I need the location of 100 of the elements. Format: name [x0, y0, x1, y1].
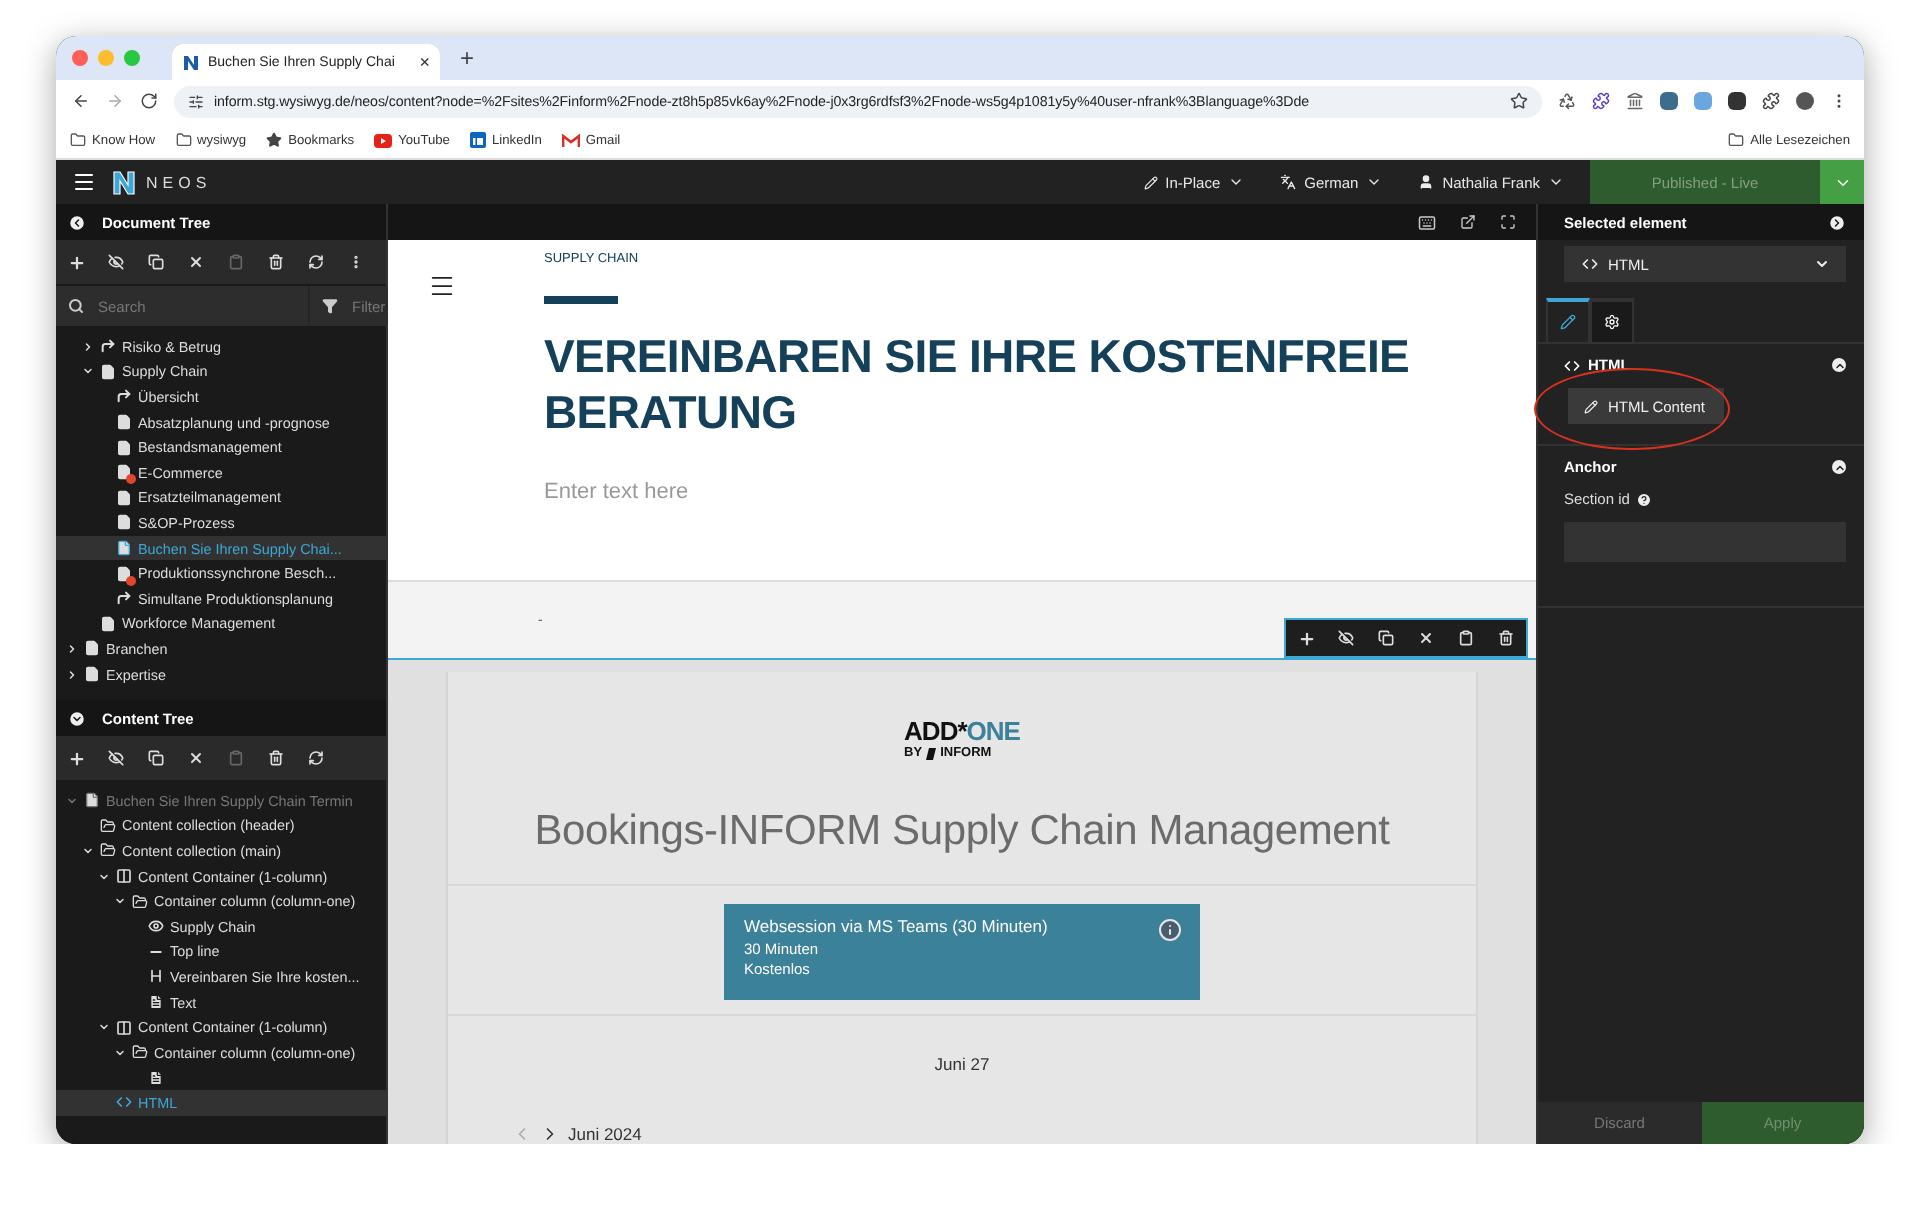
shortcut-icon	[116, 388, 132, 405]
folder-icon	[175, 132, 192, 148]
columns-icon	[116, 868, 132, 885]
collapse-icon[interactable]	[1832, 460, 1846, 474]
code-icon	[116, 1094, 132, 1111]
hidden-page-icon	[116, 565, 132, 582]
eye-icon	[148, 918, 164, 935]
pencil-icon	[1143, 175, 1158, 189]
shortcut-icon	[116, 590, 132, 607]
mail-icon	[561, 133, 580, 147]
page-icon	[116, 540, 132, 557]
fullscreen-icon[interactable]	[1500, 214, 1516, 230]
settings-tab[interactable]	[1590, 298, 1634, 342]
page-icon	[116, 514, 132, 531]
folder-icon	[1728, 132, 1745, 148]
pencil-icon	[1584, 399, 1598, 413]
edit-tab[interactable]	[1546, 298, 1590, 342]
page-icon	[116, 414, 132, 431]
copy-icon	[148, 750, 164, 766]
hidden-page-icon	[116, 464, 132, 481]
hide-icon	[108, 750, 124, 766]
collapse-icon[interactable]	[68, 213, 86, 231]
text-icon	[148, 1069, 164, 1086]
folder-icon	[132, 1044, 148, 1061]
star-icon	[266, 132, 283, 148]
month-label: Juni 2024	[568, 1124, 642, 1144]
close-icon	[1418, 630, 1434, 646]
plus-icon	[1297, 629, 1315, 647]
trash-icon	[1498, 630, 1514, 646]
shortcut-icon	[100, 338, 116, 355]
booking-title: Bookings-INFORM Supply Chain Management	[448, 808, 1476, 886]
slash-mark-icon	[926, 747, 937, 759]
help-icon	[1635, 491, 1652, 507]
brand-name: NEOS	[146, 173, 212, 191]
columns-icon	[116, 1019, 132, 1036]
settings-icon	[1604, 314, 1620, 330]
more-icon	[348, 254, 364, 270]
extension-icon	[1592, 92, 1610, 110]
tab-close-button[interactable]: ×	[419, 52, 430, 72]
reload-icon[interactable]	[140, 92, 158, 110]
new-tab-button[interactable]: +	[452, 44, 483, 72]
play-icon	[374, 133, 393, 147]
hide-icon	[108, 254, 124, 270]
hide-icon	[1338, 630, 1354, 646]
close-icon	[188, 254, 204, 270]
trash-icon	[268, 254, 284, 270]
collapse-icon[interactable]	[1828, 213, 1846, 231]
linkedin-icon	[469, 132, 486, 148]
user-icon	[1418, 174, 1435, 190]
keyboard-icon[interactable]	[1418, 213, 1436, 231]
collapse-icon[interactable]	[68, 709, 86, 727]
refresh-icon	[308, 750, 324, 766]
profile-avatar[interactable]	[1796, 92, 1814, 110]
folder-icon	[132, 893, 148, 910]
extension-icon	[1558, 92, 1576, 110]
extensions-icon	[1762, 92, 1780, 110]
selected-date: Juni 27	[934, 1054, 990, 1074]
site-settings-icon	[188, 93, 204, 109]
chevron-down-icon	[1228, 174, 1245, 190]
trash-icon	[268, 750, 284, 766]
search-icon	[68, 298, 84, 314]
chevron-down-icon	[1814, 256, 1830, 272]
n-logo-icon	[182, 53, 200, 71]
text-icon	[148, 994, 164, 1011]
clipboard-icon	[228, 750, 244, 766]
page-icon	[116, 489, 132, 506]
page-icon	[100, 363, 116, 380]
clipboard-icon	[228, 254, 244, 270]
refresh-icon	[308, 254, 324, 270]
star-icon	[1510, 92, 1528, 110]
chevron-down-icon	[1366, 174, 1383, 190]
clipboard-icon	[1458, 630, 1474, 646]
chevron-down-icon	[1548, 174, 1564, 190]
language-icon	[1280, 174, 1297, 190]
copy-icon	[1378, 630, 1394, 646]
logo-text: ADD*ONE	[904, 716, 1020, 746]
n-logo-icon	[112, 169, 136, 195]
page-icon	[100, 615, 116, 632]
page-icon	[84, 792, 100, 809]
page-icon	[116, 439, 132, 456]
close-icon	[188, 750, 204, 766]
menu-icon[interactable]	[428, 272, 456, 300]
info-icon	[1158, 918, 1182, 942]
page-icon	[84, 640, 100, 657]
page-icon	[84, 666, 100, 683]
pencil-icon	[1560, 314, 1576, 330]
plus-icon	[67, 253, 85, 271]
page-heading: VEREINBAREN SIE IHRE KOSTENFREIE BERATUNG	[544, 328, 1412, 440]
collapse-icon[interactable]	[1832, 358, 1846, 372]
heading-icon	[148, 968, 164, 985]
folder-icon	[70, 132, 86, 148]
code-icon	[1582, 256, 1598, 272]
filter-icon	[322, 298, 338, 314]
extension-icon	[1626, 92, 1644, 110]
menu-icon[interactable]	[72, 170, 96, 194]
external-link-icon[interactable]	[1460, 214, 1476, 230]
copy-icon	[148, 254, 164, 270]
back-icon[interactable]	[72, 92, 90, 110]
plus-icon	[67, 749, 85, 767]
code-icon	[1564, 357, 1580, 373]
